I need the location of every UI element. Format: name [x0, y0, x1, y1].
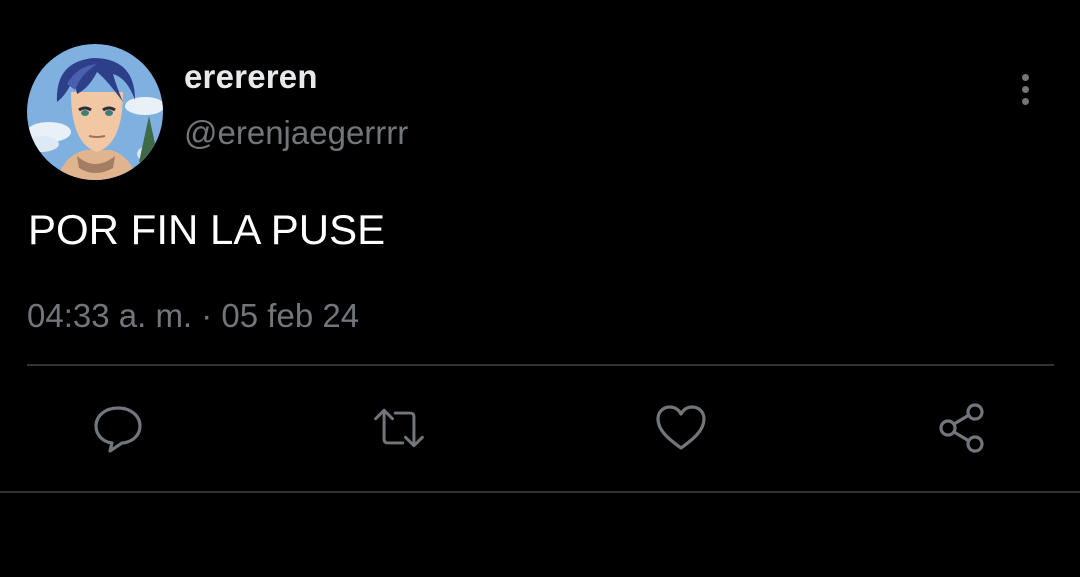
- tweet-timestamp[interactable]: 04:33 a. m. · 05 feb 24: [27, 297, 359, 335]
- retweet-icon: [374, 408, 424, 448]
- avatar[interactable]: [27, 44, 163, 180]
- bottom-divider: [0, 491, 1080, 493]
- action-bar: [0, 400, 1080, 456]
- share-button[interactable]: [934, 400, 990, 456]
- tweet-text: POR FIN LA PUSE: [28, 206, 386, 253]
- reply-button[interactable]: [90, 400, 146, 456]
- more-options-icon[interactable]: [1006, 68, 1044, 110]
- user-handle[interactable]: @erenjaegerrrr: [184, 114, 408, 152]
- avatar-image: [27, 44, 163, 180]
- display-name[interactable]: erereren: [184, 58, 318, 96]
- divider: [27, 364, 1054, 366]
- more-dot: [1021, 73, 1029, 81]
- retweet-button[interactable]: [371, 400, 427, 456]
- heart-icon: [656, 405, 706, 450]
- more-dot: [1021, 85, 1029, 93]
- tweet-card: erereren @erenjaegerrrr POR FIN LA PUSE …: [0, 0, 1080, 577]
- like-button[interactable]: [653, 400, 709, 456]
- share-icon: [939, 403, 984, 453]
- reply-icon: [94, 406, 142, 453]
- more-dot: [1021, 97, 1029, 105]
